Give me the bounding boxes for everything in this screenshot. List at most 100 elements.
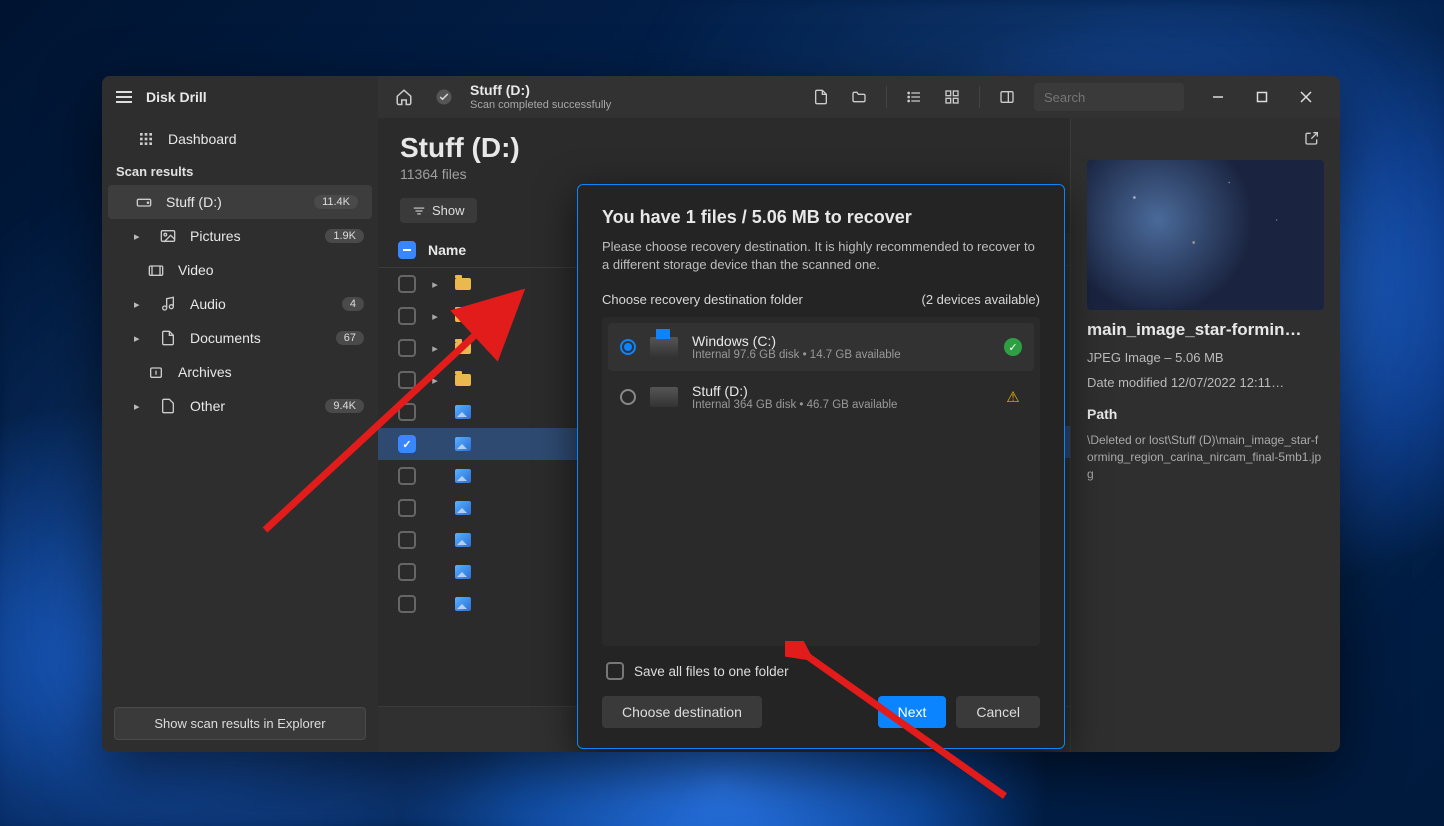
sidebar-item-label: Archives [178,364,232,380]
sidebar-item-archives[interactable]: Archives [102,355,378,389]
row-checkbox[interactable] [398,339,416,357]
detail-filename: main_image_star-formin… [1087,320,1324,340]
detail-path-label: Path [1087,406,1324,422]
checkbox-icon[interactable] [606,662,624,680]
destination-name: Stuff (D:) [692,383,990,399]
minimize-button[interactable] [1196,76,1240,118]
page-subtitle: 11364 files [400,166,1048,182]
filter-show[interactable]: Show [400,198,477,223]
destination-stuff-d[interactable]: Stuff (D:) Internal 364 GB disk • 46.7 G… [608,373,1034,421]
dashboard-icon [136,131,156,147]
drive-icon [650,387,678,407]
list-view-icon[interactable] [899,82,929,112]
sidebar-item-stuff-d[interactable]: Stuff (D:) 11.4K [108,185,372,219]
image-file-icon [454,563,472,581]
col-name[interactable]: Name [428,242,466,258]
status-warning-icon: ⚠ [1004,388,1022,406]
folder-icon [454,371,472,389]
chevron-right-icon[interactable]: ▸ [428,278,442,291]
sidebar-item-documents[interactable]: ▸ Documents 67 [102,321,378,355]
file-icon[interactable] [806,82,836,112]
row-checkbox[interactable] [398,467,416,485]
row-checkbox[interactable] [398,563,416,581]
grid-view-icon[interactable] [937,82,967,112]
chevron-right-icon[interactable]: ▸ [134,298,146,311]
app-name: Disk Drill [146,89,207,105]
chevron-right-icon[interactable]: ▸ [428,342,442,355]
destination-list: Windows (C:) Internal 97.6 GB disk • 14.… [602,317,1040,646]
video-icon [146,263,166,277]
maximize-button[interactable] [1240,76,1284,118]
drive-icon [650,337,678,357]
count-badge: 9.4K [325,399,364,413]
home-icon[interactable] [390,83,418,111]
sidebar-item-label: Stuff (D:) [166,194,222,210]
hamburger-icon[interactable] [116,91,132,103]
status-check-icon [430,83,458,111]
search-input[interactable] [1034,83,1184,111]
archive-icon [146,364,166,380]
sidebar: Dashboard Scan results Stuff (D:) 11.4K … [102,118,378,752]
select-all-checkbox[interactable] [398,241,416,259]
row-checkbox[interactable] [398,275,416,293]
folder-icon [454,307,472,325]
detail-date: Date modified 12/07/2022 12:11… [1087,375,1324,390]
row-checkbox[interactable] [398,595,416,613]
image-file-icon [454,499,472,517]
chevron-right-icon[interactable]: ▸ [134,332,146,345]
row-checkbox[interactable] [398,435,416,453]
folder-icon[interactable] [844,82,874,112]
folder-icon [454,339,472,357]
choose-destination-button[interactable]: Choose destination [602,696,762,728]
sidebar-item-label: Audio [190,296,226,312]
row-checkbox[interactable] [398,307,416,325]
filter-show-label: Show [432,203,465,218]
sidebar-item-label: Pictures [190,228,241,244]
chevron-right-icon[interactable]: ▸ [428,374,442,387]
count-badge: 1.9K [325,229,364,243]
save-all-checkbox-row[interactable]: Save all files to one folder [606,662,1036,680]
sidebar-item-audio[interactable]: ▸ Audio 4 [102,287,378,321]
destination-windows-c[interactable]: Windows (C:) Internal 97.6 GB disk • 14.… [608,323,1034,371]
breadcrumb-title: Stuff (D:) [470,83,611,98]
search-field[interactable] [1044,90,1220,105]
sidebar-item-label: Other [190,398,225,414]
devices-available-hint: (2 devices available) [921,292,1040,307]
row-checkbox[interactable] [398,371,416,389]
chevron-right-icon[interactable]: ▸ [134,400,146,413]
window-buttons [1196,76,1328,118]
count-badge: 11.4K [314,195,358,209]
sidebar-item-other[interactable]: ▸ Other 9.4K [102,389,378,423]
sidebar-item-pictures[interactable]: ▸ Pictures 1.9K [102,219,378,253]
sidebar-item-label: Documents [190,330,261,346]
detail-panel: main_image_star-formin… JPEG Image – 5.0… [1070,118,1340,752]
radio-icon[interactable] [620,389,636,405]
radio-icon[interactable] [620,339,636,355]
destination-sub: Internal 364 GB disk • 46.7 GB available [692,399,990,411]
breadcrumb: Stuff (D:) Scan completed successfully [470,83,611,110]
row-checkbox[interactable] [398,403,416,421]
image-file-icon [454,435,472,453]
cancel-button[interactable]: Cancel [956,696,1040,728]
row-checkbox[interactable] [398,531,416,549]
count-badge: 4 [342,297,364,311]
preview-thumbnail[interactable] [1087,160,1324,310]
detail-path: \Deleted or lost\Stuff (D)\main_image_st… [1087,432,1324,482]
panel-toggle-icon[interactable] [992,82,1022,112]
filter-icon [412,205,426,217]
chevron-right-icon[interactable]: ▸ [134,230,146,243]
sidebar-dashboard[interactable]: Dashboard [102,122,378,156]
sidebar-section-label: Scan results [102,156,378,185]
row-checkbox[interactable] [398,499,416,517]
image-file-icon [454,467,472,485]
breadcrumb-subtitle: Scan completed successfully [470,99,611,111]
sidebar-item-video[interactable]: Video [102,253,378,287]
sidebar-item-label: Dashboard [168,131,237,147]
modal-title: You have 1 files / 5.06 MB to recover [602,207,1040,228]
main-header: Stuff (D:) 11364 files [378,118,1070,188]
next-button[interactable]: Next [878,696,947,728]
chevron-right-icon[interactable]: ▸ [428,310,442,323]
popout-icon[interactable] [1304,130,1324,150]
show-in-explorer-button[interactable]: Show scan results in Explorer [114,707,366,740]
close-button[interactable] [1284,76,1328,118]
